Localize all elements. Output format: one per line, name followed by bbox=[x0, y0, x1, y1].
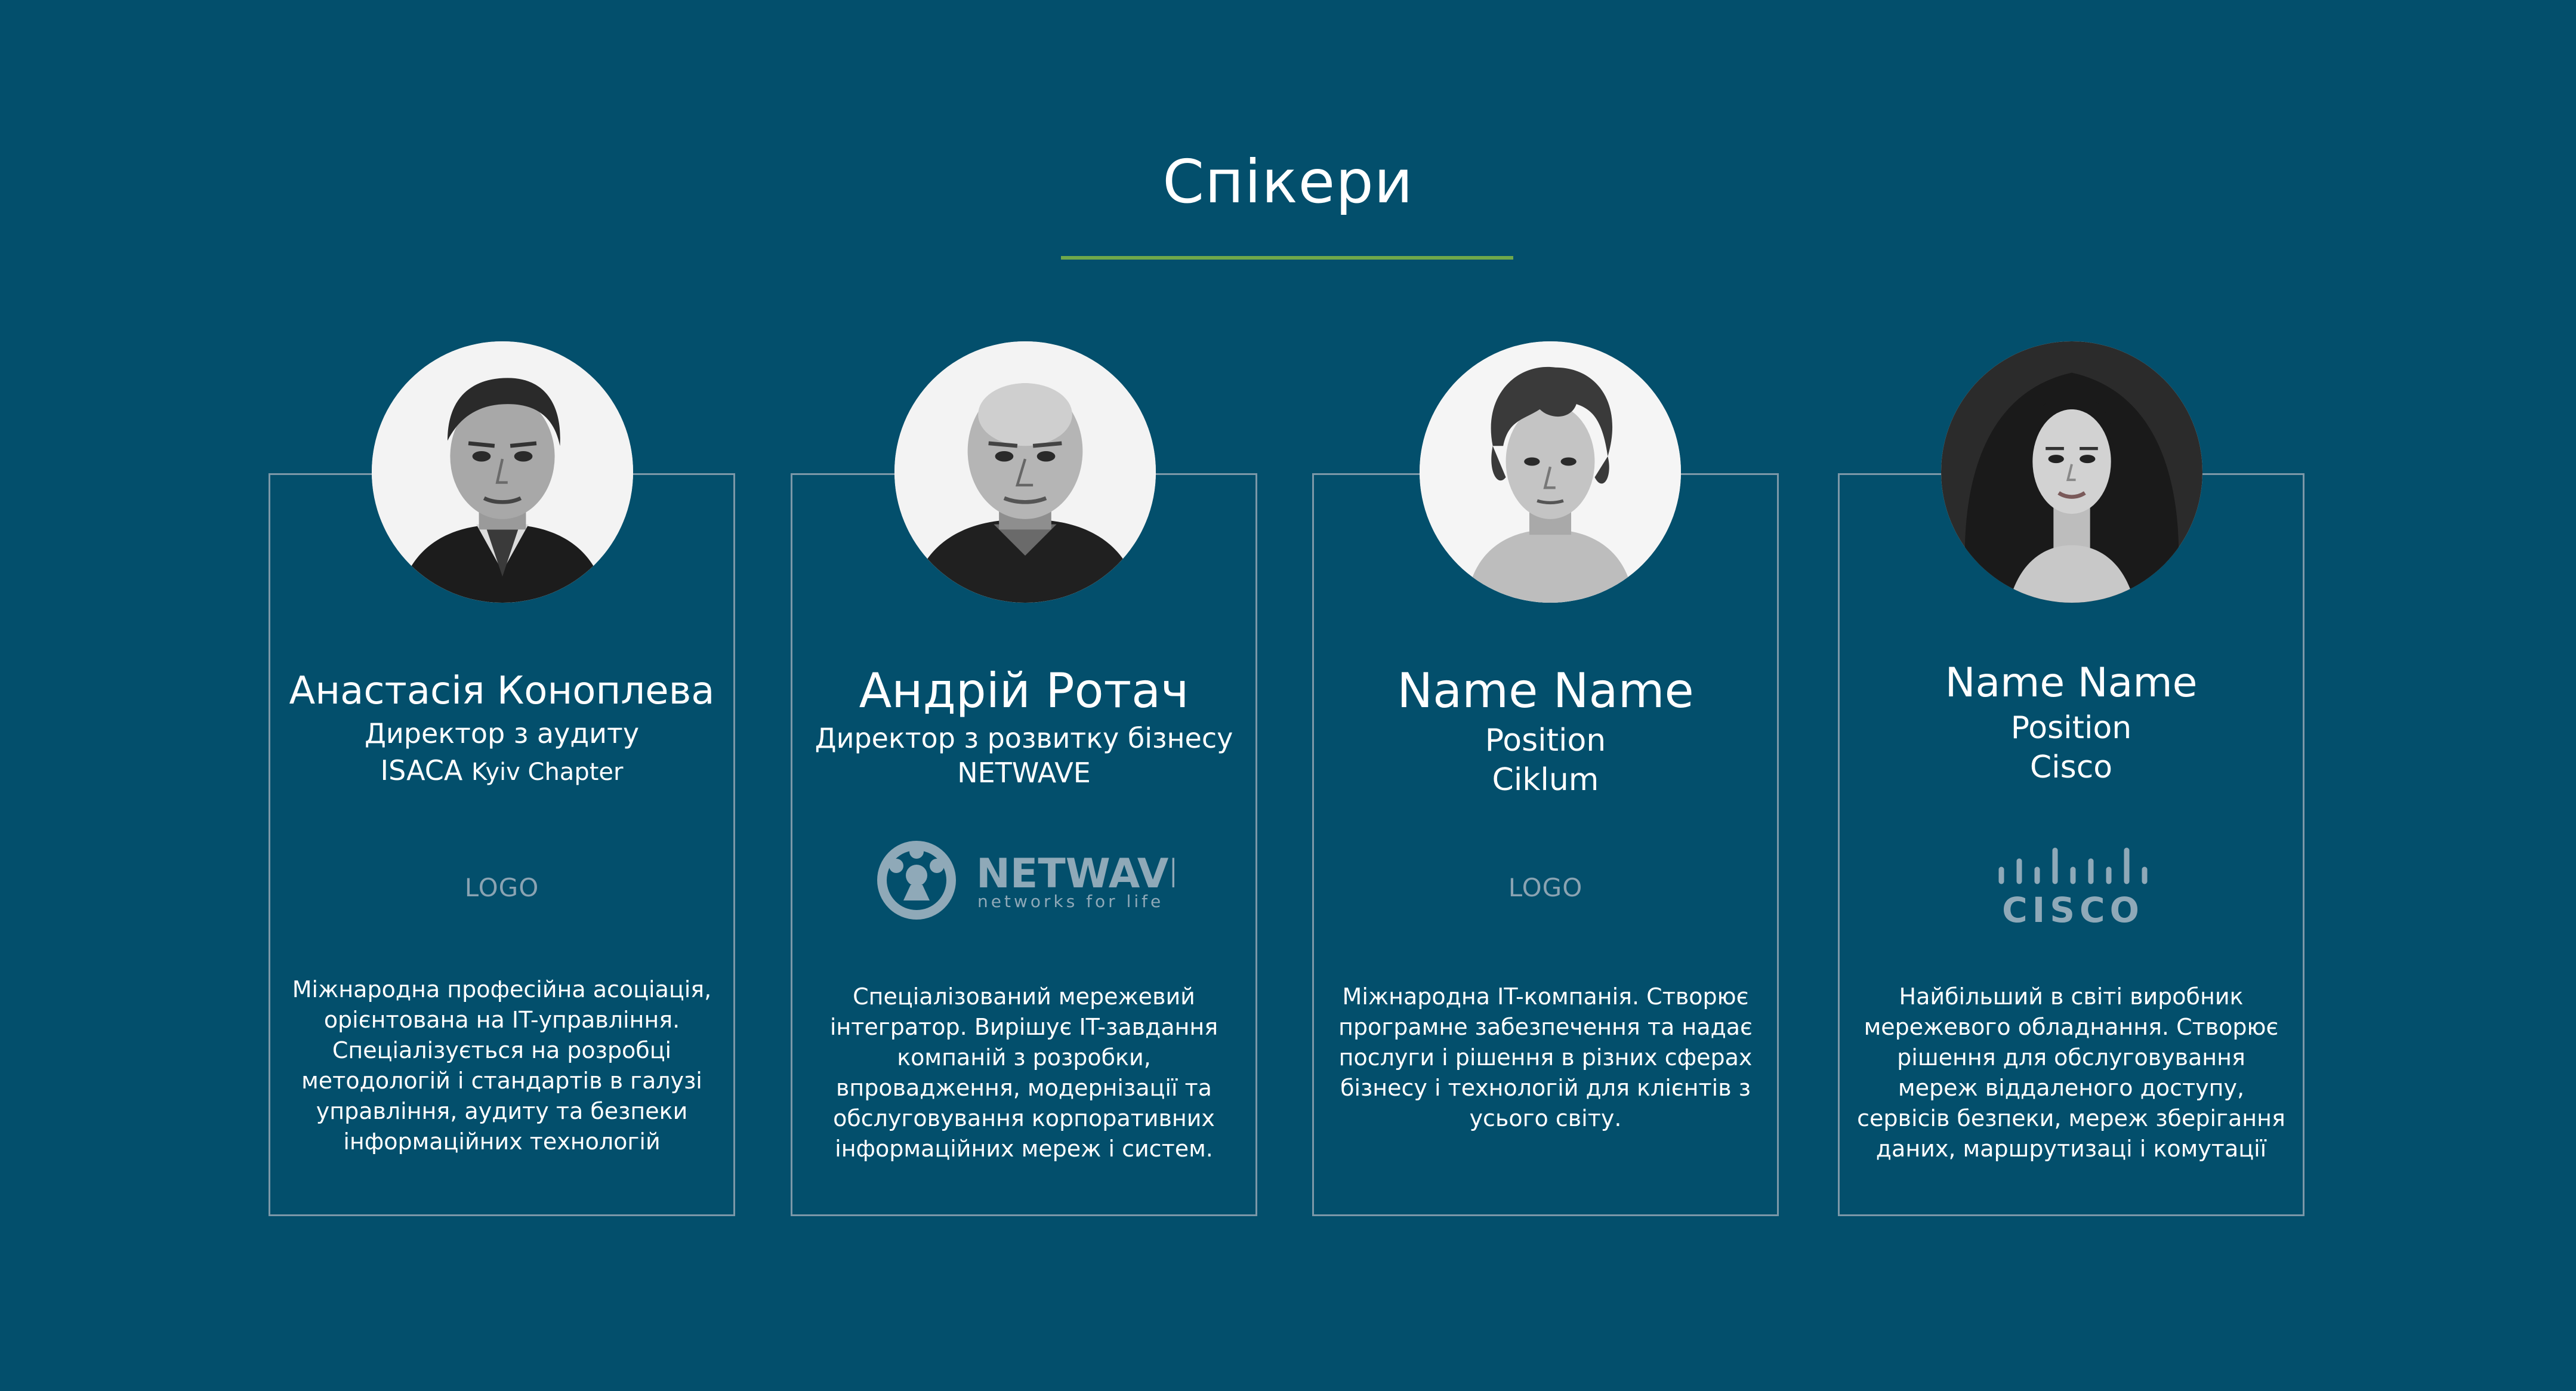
speaker-description: Міжнародна професійна асоціація, орієнто… bbox=[292, 976, 712, 1155]
logo-placeholder: LOGO bbox=[1508, 873, 1583, 902]
speaker-name: Name Name bbox=[1945, 659, 2198, 707]
netwave-logo-icon: NETWAVE networks for life bbox=[877, 841, 1196, 920]
company-name: ISACA bbox=[380, 754, 463, 787]
cisco-wordmark: CISCO bbox=[2002, 890, 2144, 928]
cisco-logo: CISCO bbox=[1987, 838, 2154, 930]
speaker-avatar-2 bbox=[894, 341, 1156, 603]
speaker-company: Cisco bbox=[2029, 750, 2113, 785]
speaker-photo-bald-man-icon bbox=[894, 341, 1156, 603]
speaker-3-info: Name Name Position Ciklum bbox=[1312, 661, 1779, 800]
speaker-description: Міжнародна IT-компанія. Створює програмн… bbox=[1338, 983, 1753, 1131]
logo-placeholder: LOGO bbox=[464, 873, 539, 902]
company-suffix: Kyiv Chapter bbox=[471, 758, 624, 786]
speaker-company: ISACA Kyiv Chapter bbox=[269, 752, 735, 791]
speaker-description: Найбільший в світі виробник мережевого о… bbox=[1857, 983, 2285, 1162]
speaker-position: Директор з аудиту bbox=[364, 717, 640, 750]
title-underline bbox=[1061, 256, 1513, 260]
section-title: Спікери bbox=[1162, 147, 1414, 217]
cisco-logo-icon: CISCO bbox=[1998, 847, 2148, 930]
speaker-company: Ciklum bbox=[1492, 762, 1599, 798]
speaker-name: Name Name bbox=[1397, 663, 1694, 718]
speaker-name: Анастасія Коноплева bbox=[289, 669, 715, 713]
speaker-position: Position bbox=[1485, 723, 1606, 758]
netwave-logo: NETWAVE networks for life bbox=[876, 838, 1196, 928]
speaker-name: Андрій Ротач bbox=[859, 663, 1189, 718]
speaker-4-info: Name Name Position Cisco bbox=[1838, 658, 2304, 787]
speaker-avatar-1 bbox=[372, 341, 633, 603]
speaker-2-info: Андрій Ротач Директор з розвитку бізнесу… bbox=[791, 661, 1257, 790]
speaker-position: Position bbox=[2010, 710, 2132, 746]
speaker-company: NETWAVE bbox=[957, 757, 1091, 789]
speaker-description: Спеціалізований мережевий інтегратор. Ви… bbox=[829, 983, 1218, 1162]
speaker-photo-woman-icon bbox=[1941, 341, 2202, 603]
speaker-photo-young-man-icon bbox=[1420, 341, 1681, 603]
netwave-wordmark: NETWAVE bbox=[976, 850, 1174, 897]
netwave-tagline: networks for life bbox=[977, 892, 1164, 911]
speaker-avatar-3 bbox=[1420, 341, 1681, 603]
speaker-photo-older-man-icon bbox=[372, 341, 633, 603]
speaker-position: Директор з розвитку бізнесу bbox=[815, 722, 1233, 754]
speaker-avatar-4 bbox=[1941, 341, 2202, 603]
speaker-1-info: Анастасія Коноплева Директор з аудиту IS… bbox=[269, 667, 735, 791]
